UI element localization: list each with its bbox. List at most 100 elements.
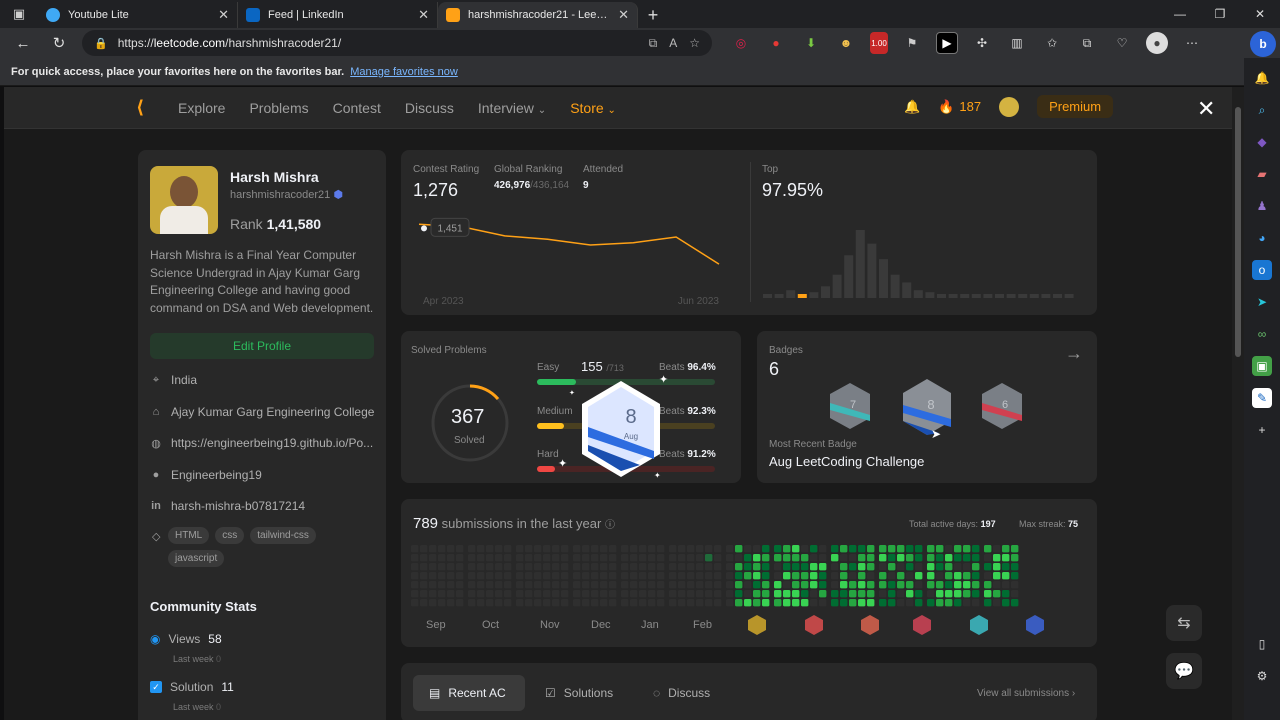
nav-problems[interactable]: Problems [249, 100, 308, 116]
extension-green-icon[interactable]: ∞ [1252, 324, 1272, 344]
skill-tag[interactable]: HTML [168, 527, 210, 544]
games-icon[interactable]: ♟ [1252, 196, 1272, 216]
add-sidebar-app-icon[interactable]: + [1252, 420, 1272, 440]
tab-discuss[interactable]: ◌ Discuss [653, 675, 710, 711]
url-input[interactable]: 🔒 https://leetcode.com/harshmishracoder2… [82, 30, 712, 56]
bing-chat-icon[interactable]: b [1250, 31, 1276, 57]
settings-gear-icon[interactable]: ⚙ [1252, 666, 1272, 686]
heatmap-cell [936, 581, 944, 589]
favorites-icon[interactable]: ✩ [1041, 32, 1063, 54]
notification-bell-icon[interactable]: 🔔 [904, 99, 920, 115]
histogram-bar [1064, 294, 1074, 298]
skill-tag[interactable]: javascript [168, 550, 225, 567]
tab-solutions[interactable]: ☑ Solutions [545, 675, 613, 711]
close-tab-icon[interactable]: ✕ [418, 7, 429, 23]
puzzle-extensions-icon[interactable]: ✣ [971, 32, 993, 54]
face-extension-icon[interactable]: ☻ [835, 32, 857, 54]
tab-youtube-lite[interactable]: Youtube Lite ✕ [38, 2, 238, 28]
red-extension-icon[interactable]: ● [765, 32, 787, 54]
nav-explore[interactable]: Explore [178, 100, 225, 116]
histogram-bar [995, 294, 1004, 298]
heatmap-cell [582, 581, 590, 589]
checkbox-icon: ✓ [150, 681, 162, 693]
heatmap-cell [762, 590, 770, 598]
heatmap-cell [534, 590, 542, 598]
heatmap-cell [534, 581, 542, 589]
heatmap-cell [687, 590, 695, 598]
scrollbar-thumb[interactable] [1235, 107, 1241, 357]
split-screen-icon[interactable]: ▥ [1006, 32, 1028, 54]
github-row[interactable]: ● Engineerbeing19 [150, 467, 380, 483]
favorite-star-icon[interactable]: ☆ [689, 36, 700, 51]
streak-counter[interactable]: 🔥 187 [938, 99, 981, 115]
tab-actions-icon[interactable]: ▣ [0, 0, 38, 28]
profile-avatar [150, 166, 218, 234]
tab-linkedin[interactable]: Feed | LinkedIn ✕ [238, 2, 438, 28]
opera-extension-icon[interactable]: ◎ [730, 32, 752, 54]
nav-interview[interactable]: Interview ⌄ [478, 100, 546, 116]
info-icon[interactable]: ⓘ [605, 520, 615, 531]
badge-number: 7 [850, 399, 856, 411]
page-scrollbar[interactable] [1232, 87, 1244, 720]
arrow-right-icon[interactable]: → [1065, 343, 1083, 364]
skill-tag[interactable]: tailwind-css [250, 527, 316, 544]
drawing-icon[interactable]: ✎ [1252, 388, 1272, 408]
heatmap-cell [963, 545, 971, 553]
search-icon[interactable]: ⌕ [1252, 100, 1272, 120]
nav-discuss[interactable]: Discuss [405, 100, 454, 116]
heatmap-cell [762, 572, 770, 580]
avatar[interactable] [999, 96, 1020, 117]
sparkle-icon: ✦ [659, 374, 669, 386]
linkedin-row[interactable]: in harsh-mishra-b07817214 [150, 498, 380, 514]
heatmap-cell [534, 599, 542, 607]
send-icon[interactable]: ➤ [1252, 292, 1272, 312]
bookmark-extension-icon[interactable]: ⚑ [901, 32, 923, 54]
back-icon[interactable]: ← [10, 30, 36, 56]
new-tab-button[interactable]: + [638, 2, 668, 28]
health-icon[interactable]: ♡ [1111, 32, 1133, 54]
heatmap-cell [495, 563, 503, 571]
close-tab-icon[interactable]: ✕ [218, 7, 229, 23]
collections-icon[interactable]: ⧉ [1076, 32, 1098, 54]
minimize-icon[interactable]: — [1160, 0, 1200, 28]
office-icon[interactable]: ▣ [1252, 356, 1272, 376]
skill-tag[interactable]: css [215, 527, 245, 544]
nav-store[interactable]: Store ⌄ [570, 100, 616, 116]
view-all-submissions-link[interactable]: View all submissions › [977, 688, 1075, 699]
website-row[interactable]: ◍ https://engineerbeing19.github.io/Po... [150, 435, 380, 451]
download-extension-icon[interactable]: ⬇ [800, 32, 822, 54]
maximize-icon[interactable]: ❐ [1200, 0, 1240, 28]
open-in-app-icon[interactable]: ⧉ [649, 36, 658, 51]
sidebar-layout-icon[interactable]: ▯ [1252, 634, 1272, 654]
heatmap-cell [819, 581, 827, 589]
heatmap-cell [696, 554, 704, 562]
close-window-icon[interactable]: ✕ [1240, 0, 1280, 28]
tools-icon[interactable]: ▰ [1252, 164, 1272, 184]
close-tab-icon[interactable]: ✕ [618, 7, 629, 23]
nav-contest[interactable]: Contest [333, 100, 381, 116]
chat-button[interactable]: 💬 [1166, 653, 1202, 689]
switch-layout-button[interactable]: ⇆ [1166, 605, 1202, 641]
edit-profile-button[interactable]: Edit Profile [150, 333, 374, 359]
shopping-tag-icon[interactable]: ◆ [1252, 132, 1272, 152]
manage-favorites-link[interactable]: Manage favorites now [350, 66, 458, 78]
outlook-icon[interactable]: o [1252, 260, 1272, 280]
tab-leetcode[interactable]: harshmishracoder21 - LeetCode ✕ [438, 2, 638, 28]
tab-recent-ac[interactable]: ▤ Recent AC [413, 675, 525, 711]
heatmap-cell [984, 572, 992, 580]
more-options-icon[interactable]: ⋯ [1181, 32, 1203, 54]
notification-bell-icon[interactable]: 🔔 [1252, 68, 1272, 88]
copilot-icon[interactable]: ◕ [1252, 228, 1272, 248]
read-aloud-icon[interactable]: A [669, 36, 677, 51]
dark-extension-icon[interactable]: ▶ [936, 32, 958, 54]
speed-extension-icon[interactable]: 1.00 [870, 32, 888, 54]
heatmap-cell [774, 545, 782, 553]
close-icon[interactable]: ✕ [1197, 96, 1215, 122]
heatmap-cell [591, 545, 599, 553]
leetcode-logo-icon[interactable]: ⟨ [136, 97, 158, 119]
heatmap-cell [726, 554, 734, 562]
heatmap-cell [696, 563, 704, 571]
refresh-icon[interactable]: ↻ [46, 30, 72, 56]
profile-avatar-icon[interactable]: ● [1146, 32, 1168, 54]
premium-button[interactable]: Premium [1037, 95, 1114, 118]
